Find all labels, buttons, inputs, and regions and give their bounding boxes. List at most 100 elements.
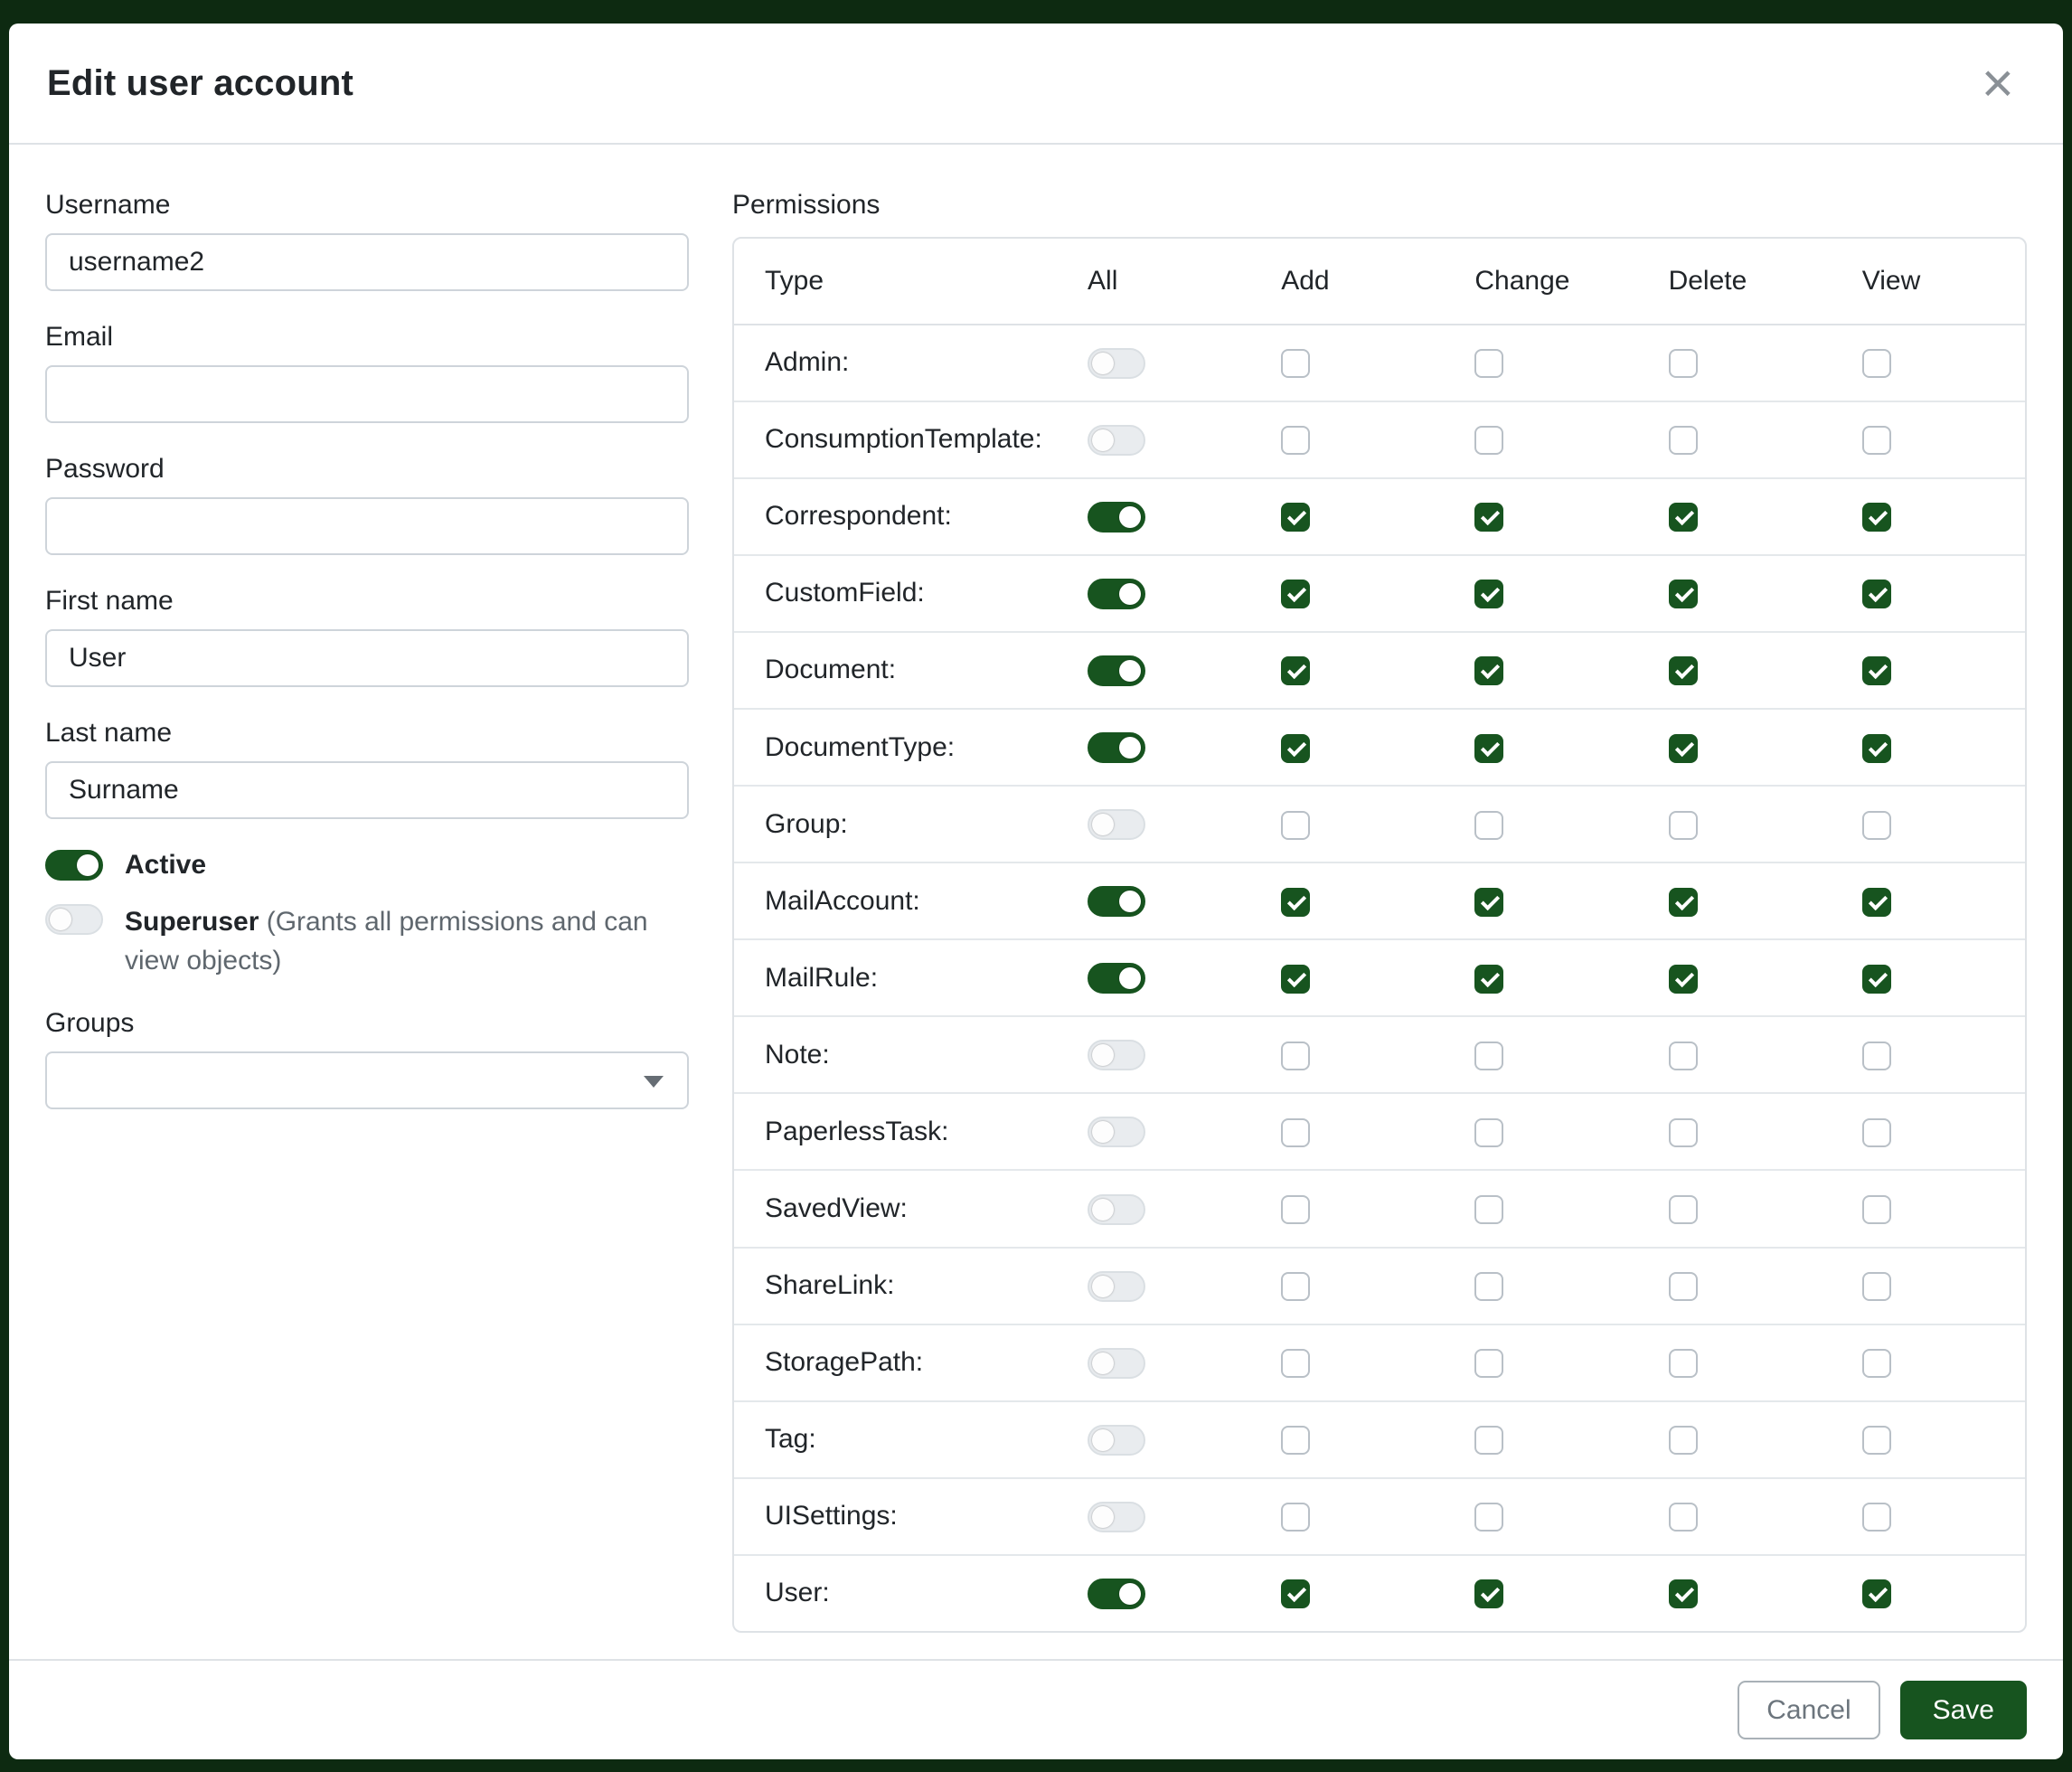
perm-mailaccount-add-checkbox[interactable]	[1281, 888, 1310, 917]
perm-customfield-add-checkbox[interactable]	[1281, 580, 1310, 608]
perm-correspondent-add-checkbox[interactable]	[1281, 503, 1310, 532]
toggle-knob	[1119, 506, 1141, 528]
perm-note-add-checkbox[interactable]	[1281, 1042, 1310, 1070]
perm-note-delete-checkbox[interactable]	[1669, 1042, 1698, 1070]
first-name-field[interactable]	[45, 629, 689, 687]
perm-storagepath-view-checkbox[interactable]	[1862, 1349, 1891, 1378]
perm-documenttype-change-checkbox[interactable]	[1474, 734, 1503, 763]
perm-documenttype-delete-checkbox[interactable]	[1669, 734, 1698, 763]
perm-tag-view-checkbox[interactable]	[1862, 1426, 1891, 1455]
perm-admin-view-checkbox[interactable]	[1862, 349, 1891, 378]
perm-correspondent-all-toggle[interactable]	[1088, 502, 1145, 533]
perm-uisettings-delete-checkbox[interactable]	[1669, 1503, 1698, 1532]
perm-document-view-checkbox[interactable]	[1862, 656, 1891, 685]
perm-documenttype-all-toggle[interactable]	[1088, 732, 1145, 763]
superuser-toggle[interactable]	[45, 904, 103, 935]
perm-user-change-checkbox[interactable]	[1474, 1579, 1503, 1608]
perm-note-change-checkbox[interactable]	[1474, 1042, 1503, 1070]
perm-customfield-change-checkbox[interactable]	[1474, 580, 1503, 608]
perm-row-note: Note:	[734, 1016, 2025, 1093]
perm-document-add-checkbox[interactable]	[1281, 656, 1310, 685]
perm-mailrule-all-toggle[interactable]	[1088, 963, 1145, 994]
perm-mailaccount-view-checkbox[interactable]	[1862, 888, 1891, 917]
perm-group-change-checkbox[interactable]	[1474, 811, 1503, 840]
perm-sharelink-add-checkbox[interactable]	[1281, 1272, 1310, 1301]
cancel-button[interactable]: Cancel	[1738, 1681, 1879, 1739]
close-icon[interactable]: ×	[1973, 56, 2023, 112]
perm-group-add-checkbox[interactable]	[1281, 811, 1310, 840]
perm-storagepath-delete-checkbox[interactable]	[1669, 1349, 1698, 1378]
perm-sharelink-delete-checkbox[interactable]	[1669, 1272, 1698, 1301]
username-input[interactable]	[45, 233, 689, 291]
perm-storagepath-change-checkbox[interactable]	[1474, 1349, 1503, 1378]
perm-sharelink-all-toggle[interactable]	[1088, 1271, 1145, 1302]
perm-documenttype-view-checkbox[interactable]	[1862, 734, 1891, 763]
perm-user-all-toggle[interactable]	[1088, 1579, 1145, 1609]
perm-user-delete-checkbox[interactable]	[1669, 1579, 1698, 1608]
perm-tag-change-checkbox[interactable]	[1474, 1426, 1503, 1455]
perm-savedview-change-checkbox[interactable]	[1474, 1195, 1503, 1224]
perm-documenttype-add-checkbox[interactable]	[1281, 734, 1310, 763]
perm-note-all-toggle[interactable]	[1088, 1040, 1145, 1070]
perm-uisettings-view-checkbox[interactable]	[1862, 1503, 1891, 1532]
perm-admin-change-checkbox[interactable]	[1474, 349, 1503, 378]
perm-group-view-checkbox[interactable]	[1862, 811, 1891, 840]
perm-customfield-delete-checkbox[interactable]	[1669, 580, 1698, 608]
perm-paperlesstask-change-checkbox[interactable]	[1474, 1118, 1503, 1147]
perm-consumptiontemplate-add-checkbox[interactable]	[1281, 426, 1310, 455]
perm-admin-add-checkbox[interactable]	[1281, 349, 1310, 378]
perm-uisettings-all-toggle[interactable]	[1088, 1502, 1145, 1532]
perm-paperlesstask-all-toggle[interactable]	[1088, 1117, 1145, 1147]
perm-sharelink-view-checkbox[interactable]	[1862, 1272, 1891, 1301]
perm-correspondent-delete-checkbox[interactable]	[1669, 503, 1698, 532]
perm-document-delete-checkbox[interactable]	[1669, 656, 1698, 685]
perm-type-label-sharelink: ShareLink:	[734, 1248, 1057, 1324]
perm-mailrule-delete-checkbox[interactable]	[1669, 965, 1698, 994]
email-field[interactable]	[45, 365, 689, 423]
perm-correspondent-view-checkbox[interactable]	[1862, 503, 1891, 532]
perm-consumptiontemplate-view-checkbox[interactable]	[1862, 426, 1891, 455]
perm-correspondent-change-checkbox[interactable]	[1474, 503, 1503, 532]
perm-paperlesstask-add-checkbox[interactable]	[1281, 1118, 1310, 1147]
perm-tag-delete-checkbox[interactable]	[1669, 1426, 1698, 1455]
perm-note-view-checkbox[interactable]	[1862, 1042, 1891, 1070]
perm-user-add-checkbox[interactable]	[1281, 1579, 1310, 1608]
perm-savedview-add-checkbox[interactable]	[1281, 1195, 1310, 1224]
last-name-field[interactable]	[45, 761, 689, 819]
perm-savedview-view-checkbox[interactable]	[1862, 1195, 1891, 1224]
perm-mailaccount-change-checkbox[interactable]	[1474, 888, 1503, 917]
save-button[interactable]: Save	[1900, 1681, 2027, 1739]
perm-consumptiontemplate-change-checkbox[interactable]	[1474, 426, 1503, 455]
perm-mailaccount-delete-checkbox[interactable]	[1669, 888, 1698, 917]
perm-user-view-checkbox[interactable]	[1862, 1579, 1891, 1608]
perm-admin-all-toggle[interactable]	[1088, 348, 1145, 379]
perm-mailaccount-all-toggle[interactable]	[1088, 886, 1145, 917]
perm-consumptiontemplate-all-toggle[interactable]	[1088, 425, 1145, 456]
perm-document-change-checkbox[interactable]	[1474, 656, 1503, 685]
perm-sharelink-change-checkbox[interactable]	[1474, 1272, 1503, 1301]
password-field[interactable]	[45, 497, 689, 555]
perm-mailrule-add-checkbox[interactable]	[1281, 965, 1310, 994]
perm-consumptiontemplate-delete-checkbox[interactable]	[1669, 426, 1698, 455]
perm-uisettings-add-checkbox[interactable]	[1281, 1503, 1310, 1532]
perm-storagepath-all-toggle[interactable]	[1088, 1348, 1145, 1379]
perm-admin-delete-checkbox[interactable]	[1669, 349, 1698, 378]
active-toggle[interactable]	[45, 850, 103, 881]
perm-mailrule-view-checkbox[interactable]	[1862, 965, 1891, 994]
perm-group-all-toggle[interactable]	[1088, 809, 1145, 840]
perm-savedview-all-toggle[interactable]	[1088, 1194, 1145, 1225]
perm-uisettings-change-checkbox[interactable]	[1474, 1503, 1503, 1532]
perm-mailrule-change-checkbox[interactable]	[1474, 965, 1503, 994]
perm-savedview-delete-checkbox[interactable]	[1669, 1195, 1698, 1224]
perm-paperlesstask-delete-checkbox[interactable]	[1669, 1118, 1698, 1147]
groups-select[interactable]	[45, 1051, 689, 1109]
perm-customfield-all-toggle[interactable]	[1088, 579, 1145, 609]
perm-paperlesstask-view-checkbox[interactable]	[1862, 1118, 1891, 1147]
toggle-knob	[1119, 891, 1141, 912]
perm-storagepath-add-checkbox[interactable]	[1281, 1349, 1310, 1378]
perm-document-all-toggle[interactable]	[1088, 655, 1145, 686]
perm-customfield-view-checkbox[interactable]	[1862, 580, 1891, 608]
perm-group-delete-checkbox[interactable]	[1669, 811, 1698, 840]
perm-tag-add-checkbox[interactable]	[1281, 1426, 1310, 1455]
perm-tag-all-toggle[interactable]	[1088, 1425, 1145, 1456]
